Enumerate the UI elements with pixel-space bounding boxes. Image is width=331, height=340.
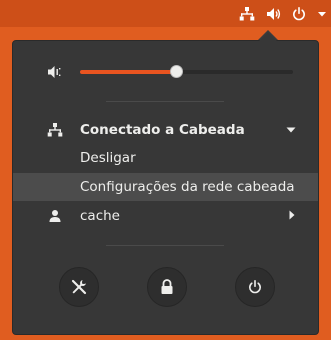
tray-network-button[interactable]: [233, 0, 261, 27]
top-bar: [0, 0, 331, 27]
network-status-label: Conectado a Cabeada: [80, 122, 245, 138]
power-icon: [249, 280, 261, 294]
triangle-down-icon: [286, 122, 296, 138]
lock-button[interactable]: [147, 267, 187, 307]
menu-item-label: Desligar: [80, 150, 136, 166]
network-status-row[interactable]: Conectado a Cabeada: [13, 116, 318, 144]
tray-power-button[interactable]: [287, 0, 331, 27]
triangle-down-icon: [318, 11, 326, 16]
network-wired-icon: [239, 6, 255, 20]
settings-button[interactable]: [59, 267, 99, 307]
menu-item-label: Configurações da rede cabeada: [80, 179, 295, 195]
separator: [106, 245, 224, 246]
network-wired-icon: [46, 122, 64, 138]
tray-volume-button[interactable]: [261, 0, 287, 27]
speaker-icon: [47, 64, 63, 84]
power-off-button[interactable]: [235, 267, 275, 307]
wired-settings-item[interactable]: Configurações da rede cabeada: [13, 173, 318, 201]
lock-icon: [161, 279, 173, 294]
tools-icon: [71, 279, 87, 295]
system-tray[interactable]: [233, 0, 331, 27]
power-icon: [293, 6, 305, 20]
speaker-icon: [267, 7, 281, 20]
volume-slider[interactable]: [80, 65, 293, 78]
network-disconnect-item[interactable]: Desligar: [13, 144, 318, 172]
menu-pointer-inner: [259, 32, 277, 41]
user-row[interactable]: cache: [13, 202, 318, 230]
separator: [106, 101, 224, 102]
volume-row: [13, 59, 318, 85]
user-icon: [46, 209, 64, 223]
volume-slider-fill: [80, 70, 176, 74]
system-menu: Conectado a Cabeada Desligar Configuraçõ…: [12, 32, 319, 335]
triangle-right-icon: [288, 208, 296, 224]
volume-slider-handle[interactable]: [170, 65, 183, 78]
user-name-label: cache: [80, 208, 120, 224]
